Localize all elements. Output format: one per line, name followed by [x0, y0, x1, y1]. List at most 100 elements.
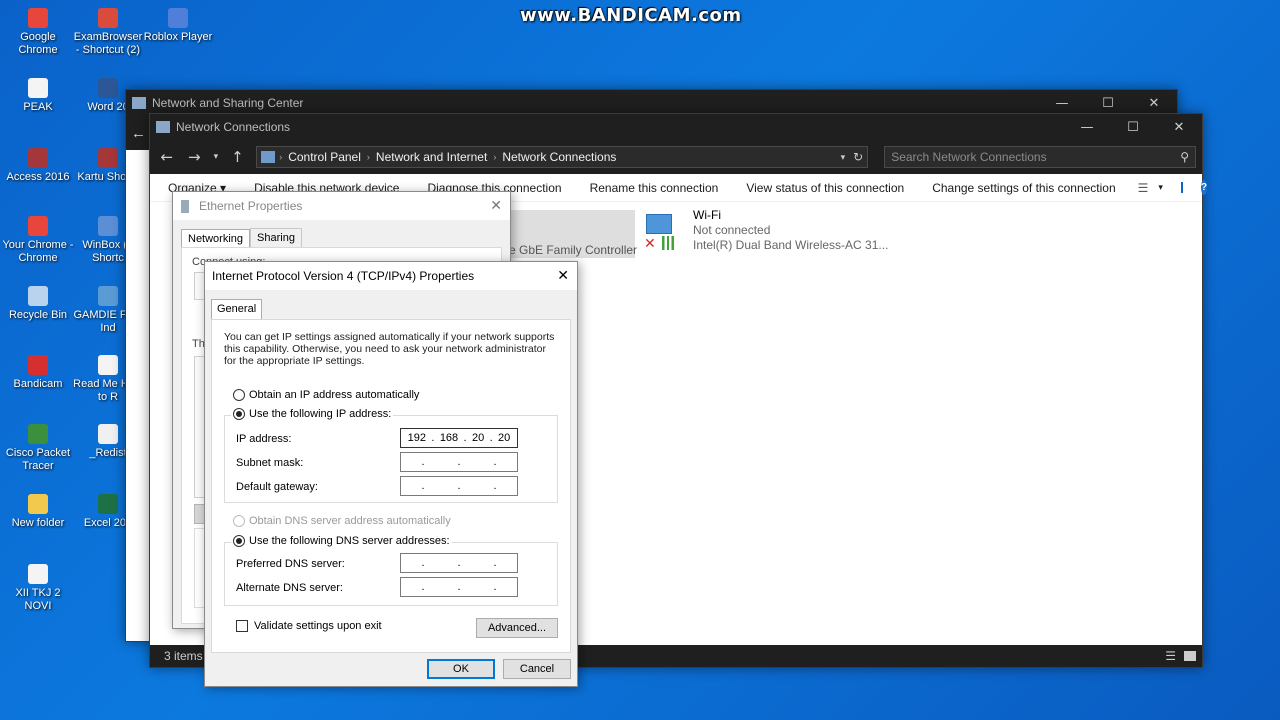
desktop-icon[interactable]: Recycle Bin [2, 286, 74, 322]
desktop-icon[interactable]: ExamBrowser - Shortcut (2) [72, 8, 144, 57]
wifi-name: Wi-Fi [693, 208, 721, 222]
details-view-icon[interactable]: ☰ [1165, 649, 1176, 663]
advanced-button[interactable]: Advanced... [476, 618, 558, 638]
address-dropdown-icon[interactable]: ▾ [841, 152, 846, 163]
desktop-icon[interactable]: Bandicam [2, 355, 74, 391]
minimize-button[interactable]: — [1064, 120, 1110, 135]
desktop-icon-label: Bandicam [13, 378, 63, 390]
desktop-icon[interactable]: Cisco Packet Tracer [2, 424, 74, 473]
use-following-ip-radio[interactable] [233, 408, 245, 421]
breadcrumb-item[interactable]: Control Panel [288, 150, 361, 164]
view-status-command[interactable]: View status of this connection [746, 181, 904, 195]
ip-address-label: IP address: [236, 433, 292, 445]
app-icon [98, 148, 118, 168]
obtain-dns-auto-radio[interactable] [233, 515, 245, 528]
wifi-connection-item[interactable]: ✕ Wi-Fi Not connected Intel(R) Dual Band… [640, 208, 900, 258]
default-gateway-field[interactable]: ... [400, 476, 518, 496]
ip-octet: 168 [439, 432, 459, 444]
subnet-mask-field[interactable]: ... [400, 452, 518, 472]
use-following-dns-radio[interactable] [233, 535, 245, 548]
use-following-dns-label: Use the following DNS server addresses: [249, 535, 450, 547]
preview-pane-icon[interactable] [1180, 182, 1183, 193]
maximize-button[interactable]: ☐ [1110, 120, 1156, 135]
desktop-icon[interactable]: Your Chrome - Chrome [2, 216, 74, 265]
app-icon [98, 494, 118, 514]
desktop-icon-label: XII TKJ 2 NOVI [15, 587, 61, 612]
tab-general[interactable]: General [211, 299, 263, 320]
use-following-ip-option[interactable]: Use the following IP address: [231, 408, 394, 421]
large-icons-view-icon[interactable] [1184, 651, 1196, 661]
app-icon [98, 216, 118, 236]
ok-button[interactable]: OK [427, 659, 495, 679]
close-button[interactable]: ✕ [490, 198, 502, 214]
alternate-dns-label: Alternate DNS server: [236, 582, 343, 594]
breadcrumb-separator-icon: › [279, 152, 283, 162]
recent-locations-chevron-icon[interactable]: ▾ [205, 152, 227, 162]
obtain-dns-auto-option[interactable]: Obtain DNS server address automatically [233, 515, 451, 528]
forward-arrow-icon[interactable]: → [184, 148, 206, 166]
subnet-mask-label: Subnet mask: [236, 457, 304, 469]
use-following-ip-label: Use the following IP address: [249, 408, 392, 420]
validate-settings-option[interactable]: Validate settings upon exit [236, 620, 382, 633]
desktop-icon[interactable]: PEAK [2, 78, 74, 114]
breadcrumb-separator-icon: › [366, 152, 370, 162]
breadcrumb-item[interactable]: Network Connections [502, 150, 616, 164]
signal-bars-icon [662, 236, 678, 250]
app-icon [98, 424, 118, 444]
close-button[interactable]: ✕ [557, 268, 569, 284]
desktop-icon-label: Recycle Bin [8, 309, 68, 321]
app-icon [28, 286, 48, 306]
help-icon[interactable]: ? [1200, 180, 1208, 195]
desktop-icon[interactable]: New folder [2, 494, 74, 530]
preferred-dns-field[interactable]: ... [400, 553, 518, 573]
desktop-icon[interactable]: Access 2016 [2, 148, 74, 184]
app-icon [28, 564, 48, 584]
app-icon [28, 148, 48, 168]
control-panel-icon [132, 97, 146, 109]
app-icon [98, 355, 118, 375]
close-button[interactable]: ✕ [1131, 96, 1177, 111]
breadcrumb-separator-icon: › [493, 152, 497, 162]
obtain-ip-auto-option[interactable]: Obtain an IP address automatically [233, 389, 419, 402]
up-arrow-icon[interactable]: ↑ [227, 148, 249, 166]
view-options-icon[interactable]: ☰ [1138, 181, 1149, 195]
desktop-icon-label: Your Chrome - Chrome [2, 239, 74, 264]
breadcrumb-item[interactable]: Network and Internet [376, 150, 487, 164]
minimize-button[interactable]: — [1039, 96, 1085, 111]
view-dropdown-icon[interactable]: ▾ [1158, 182, 1163, 193]
disconnected-x-icon: ✕ [644, 236, 656, 252]
address-bar[interactable]: › Control Panel › Network and Internet ›… [256, 146, 869, 168]
obtain-ip-auto-radio[interactable] [233, 389, 245, 402]
desktop-icon-label: Access 2016 [6, 171, 70, 183]
back-arrow-icon[interactable]: ← [156, 148, 178, 166]
desktop-icon-label: ExamBrowser - Shortcut (2) [73, 31, 143, 56]
use-following-dns-option[interactable]: Use the following DNS server addresses: [231, 535, 452, 548]
tab-networking[interactable]: Networking [181, 229, 251, 248]
validate-settings-checkbox[interactable] [236, 620, 248, 633]
alternate-dns-field[interactable]: ... [400, 577, 518, 597]
refresh-icon[interactable]: ↻ [853, 150, 863, 164]
desktop-icon[interactable]: Google Chrome [2, 8, 74, 57]
desktop-icon[interactable]: XII TKJ 2 NOVI [2, 564, 74, 613]
ip-address-field[interactable]: 192. 168. 20. 20 [400, 428, 518, 448]
navigation-bar: ← → ▾ ↑ › Control Panel › Network and In… [150, 140, 1202, 174]
desktop-icon-label: PEAK [23, 101, 53, 113]
maximize-button[interactable]: ☐ [1085, 96, 1131, 111]
tab-sharing[interactable]: Sharing [250, 228, 302, 247]
ethernet-connection-item[interactable]: e GbE Family Controller [505, 210, 637, 258]
cancel-button[interactable]: Cancel [503, 659, 571, 679]
back-arrow-icon[interactable]: ← [126, 116, 151, 150]
ip-octet: 20 [471, 432, 485, 444]
ip-octet: 192 [407, 432, 427, 444]
close-button[interactable]: ✕ [1156, 120, 1202, 135]
change-settings-command[interactable]: Change settings of this connection [932, 181, 1115, 195]
app-icon [28, 494, 48, 514]
bandicam-watermark: www.BANDICAM.com [520, 5, 742, 26]
search-input[interactable]: Search Network Connections ⚲ [884, 146, 1196, 168]
rename-command[interactable]: Rename this connection [590, 181, 719, 195]
desktop-icon[interactable]: Roblox Player [142, 8, 214, 44]
ipv4-properties-dialog[interactable]: Internet Protocol Version 4 (TCP/IPv4) P… [204, 261, 578, 687]
network-connections-icon [156, 121, 170, 133]
ip-description: You can get IP settings assigned automat… [224, 331, 555, 367]
ethernet-icon [181, 199, 189, 213]
